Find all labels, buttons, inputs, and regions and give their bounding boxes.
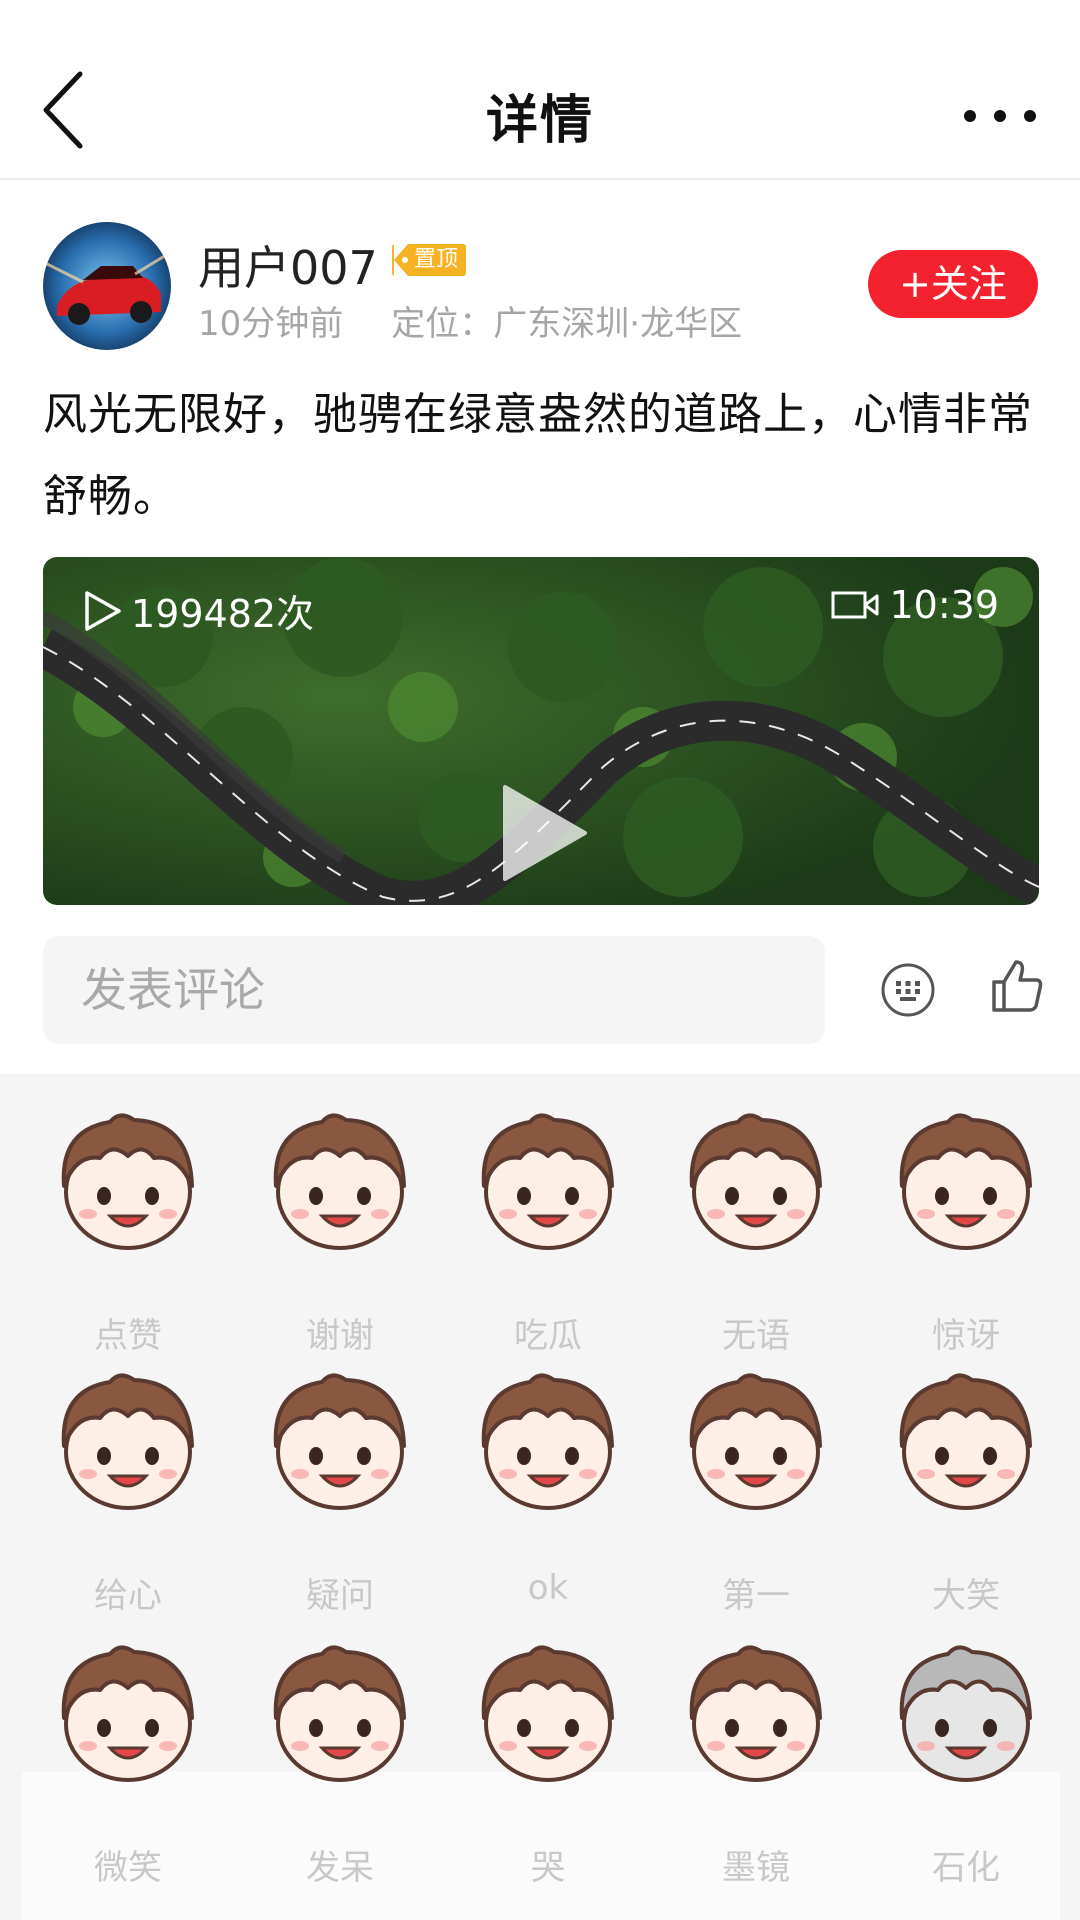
emoji-item[interactable]: 微笑 xyxy=(38,1640,218,1890)
emoji-face-icon xyxy=(61,1373,194,1510)
emoji-face-icon xyxy=(273,1373,406,1510)
view-count-text: 199482次 xyxy=(131,592,315,636)
emoji-face-icon xyxy=(689,1645,822,1782)
emoji-face-icon xyxy=(899,1113,1032,1250)
thumbs-up-icon[interactable] xyxy=(990,958,1044,1014)
emoji-label: 哭 xyxy=(531,1848,565,1888)
emoji-label: 微笑 xyxy=(94,1848,162,1888)
duration-text: 10:39 xyxy=(889,583,999,627)
follow-button[interactable]: +关注 xyxy=(868,250,1038,318)
video-player[interactable]: 199482次 10:39 xyxy=(43,557,1039,905)
emoji-face-icon xyxy=(481,1373,614,1510)
pin-badge: 置顶 xyxy=(392,244,467,276)
page-title: 详情 xyxy=(485,91,594,151)
emoji-item[interactable]: 疑问 xyxy=(250,1368,430,1618)
top-bar: 详情 xyxy=(0,0,1080,180)
emoji-face-icon xyxy=(273,1645,406,1782)
emoji-item[interactable]: 墨镜 xyxy=(666,1640,846,1890)
more-dots-icon[interactable] xyxy=(960,96,1040,136)
emoji-label: 惊讶 xyxy=(932,1316,1000,1356)
emoji-face-icon xyxy=(689,1113,822,1250)
emoji-face-icon xyxy=(481,1645,614,1782)
emoji-face-icon xyxy=(61,1113,194,1250)
emoji-face-icon xyxy=(273,1113,406,1250)
emoji-item[interactable]: 惊讶 xyxy=(876,1108,1056,1358)
avatar[interactable] xyxy=(43,222,171,350)
emoji-face-icon xyxy=(689,1373,822,1510)
post-time: 10分钟前 xyxy=(198,304,344,344)
emoji-label: ok xyxy=(527,1568,569,1608)
emoji-item[interactable]: 无语 xyxy=(666,1108,846,1358)
emoji-label: 发呆 xyxy=(306,1848,374,1888)
emoji-label: 石化 xyxy=(932,1848,1000,1888)
emoji-label: 墨镜 xyxy=(722,1848,790,1888)
username[interactable]: 用户007 xyxy=(198,232,378,298)
emoji-item[interactable]: 石化 xyxy=(876,1640,1056,1890)
emoji-label: 大笑 xyxy=(932,1576,1000,1616)
emoji-face-icon xyxy=(899,1645,1032,1782)
comment-input[interactable] xyxy=(43,936,825,1044)
emoji-label: 谢谢 xyxy=(306,1316,374,1356)
emoji-label: 点赞 xyxy=(94,1316,162,1356)
play-outline-icon xyxy=(85,590,121,631)
emoji-label: 无语 xyxy=(722,1316,790,1356)
view-count: 199482次 xyxy=(83,583,314,638)
emoji-item[interactable]: 大笑 xyxy=(876,1368,1056,1618)
emoji-item[interactable]: ok xyxy=(458,1368,638,1618)
video-duration: 10:39 xyxy=(831,583,999,627)
play-icon[interactable] xyxy=(499,783,589,883)
post-meta: 10分钟前 定位：广东深圳·龙华区 xyxy=(198,296,742,345)
emoji-item[interactable]: 点赞 xyxy=(38,1108,218,1358)
emoji-label: 吃瓜 xyxy=(514,1316,582,1356)
emoji-face-icon xyxy=(61,1645,194,1782)
post-location: 定位：广东深圳·龙华区 xyxy=(391,304,743,344)
keyboard-icon[interactable] xyxy=(880,962,936,1018)
emoji-label: 给心 xyxy=(94,1576,162,1616)
emoji-label: 疑问 xyxy=(306,1576,374,1616)
video-camera-icon xyxy=(831,591,879,619)
emoji-item[interactable]: 第一 xyxy=(666,1368,846,1618)
emoji-item[interactable]: 给心 xyxy=(38,1368,218,1618)
emoji-item[interactable]: 哭 xyxy=(458,1640,638,1890)
emoji-label: 第一 xyxy=(722,1576,790,1616)
emoji-item[interactable]: 谢谢 xyxy=(250,1108,430,1358)
emoji-item[interactable]: 吃瓜 xyxy=(458,1108,638,1358)
post-text: 风光无限好，驰骋在绿意盎然的道路上，心情非常舒畅。 xyxy=(43,389,1033,522)
emoji-face-icon xyxy=(899,1373,1032,1510)
emoji-item[interactable]: 发呆 xyxy=(250,1640,430,1890)
emoji-face-icon xyxy=(481,1113,614,1250)
